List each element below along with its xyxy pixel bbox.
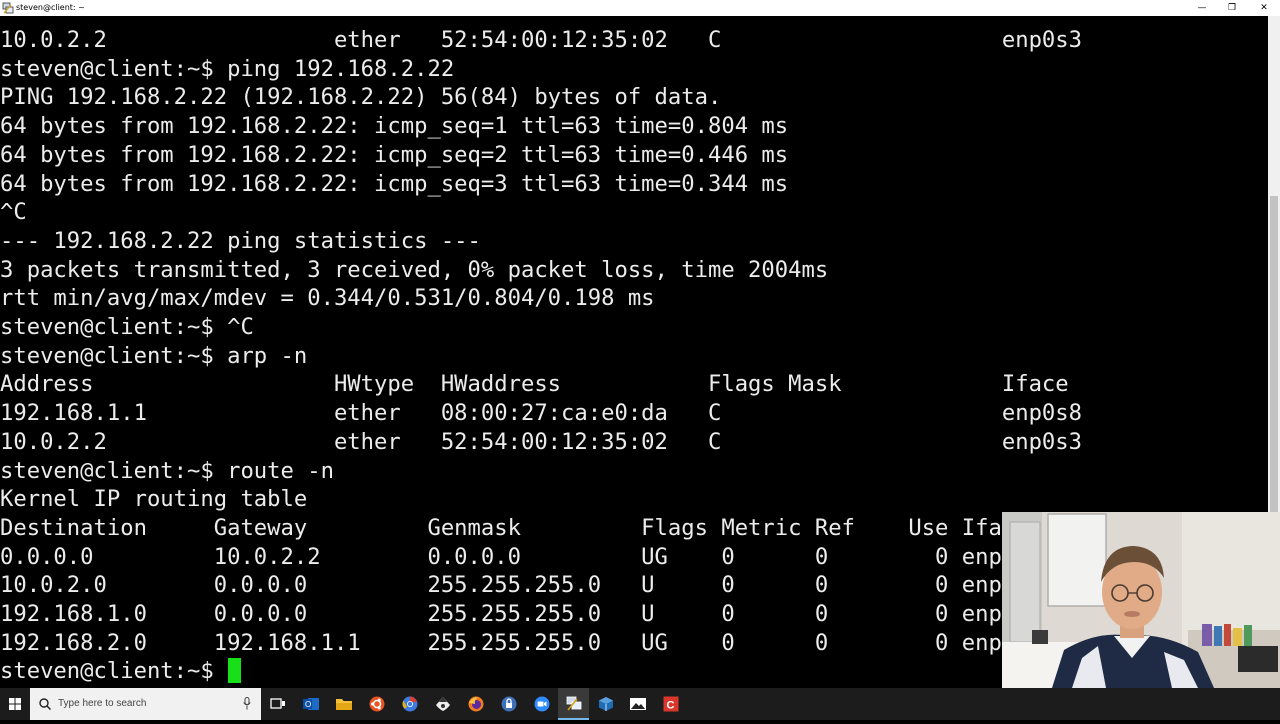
terminal-line: 64 bytes from 192.168.2.22: icmp_seq=1 t… (0, 113, 789, 140)
terminal-line: PING 192.168.2.22 (192.168.2.22) 56(84) … (0, 84, 722, 111)
terminal-line: 10.0.2.2 ether 52:54:00:12:35:02 C enp0s… (0, 428, 1082, 455)
terminal-line: 3 packets transmitted, 3 received, 0% pa… (0, 256, 829, 283)
svg-text:O: O (305, 700, 311, 709)
terminal-cursor (228, 658, 241, 683)
terminal-line: steven@client:~$ ping 192.168.2.22 (0, 55, 455, 82)
taskbar-search-box[interactable]: Type here to search (30, 688, 261, 720)
outlook-icon[interactable]: O (295, 688, 326, 720)
terminal-line: steven@client:~$ route -n (0, 457, 334, 484)
firefox-icon[interactable] (460, 688, 491, 720)
chrome-icon[interactable] (394, 688, 425, 720)
window-titlebar: steven@client: ~ — ❐ ✕ (0, 0, 1280, 16)
photos-icon[interactable] (622, 688, 653, 720)
terminal-line: 192.168.1.0 0.0.0.0 255.255.255.0 U 0 0 … (0, 601, 1002, 627)
zoom-icon[interactable] (526, 688, 557, 720)
terminal-line: Address HWtype HWaddress Flags Mask Ifac… (0, 371, 1069, 398)
windows-taskbar: Type here to search O C (0, 688, 1280, 720)
c-app-icon[interactable]: C (655, 688, 686, 720)
inkscape-icon[interactable] (427, 688, 458, 720)
terminal-line: ^C (0, 199, 27, 226)
terminal-line: 0.0.0.0 10.0.2.2 0.0.0.0 UG 0 0 0 enp (0, 543, 1002, 570)
keepass-icon[interactable] (493, 688, 524, 720)
terminal-line: Kernel IP routing table (0, 486, 308, 513)
microphone-icon[interactable] (243, 697, 251, 710)
minimize-button[interactable]: — (1186, 0, 1218, 16)
file-explorer-icon[interactable] (328, 688, 359, 720)
terminal-line: steven@client:~$ ^C (0, 314, 254, 340)
terminal-line: steven@client:~$ (0, 658, 228, 685)
search-icon (39, 698, 51, 710)
terminal-line: rtt min/avg/max/mdev = 0.344/0.531/0.804… (0, 285, 655, 312)
terminal-line: 10.0.2.0 0.0.0.0 255.255.255.0 U 0 0 0 e… (0, 572, 1002, 599)
start-button[interactable] (0, 688, 30, 720)
ubuntu-icon[interactable] (361, 688, 392, 720)
search-placeholder: Type here to search (58, 698, 147, 709)
task-view-icon[interactable] (262, 688, 293, 720)
terminal-line: steven@client:~$ arp -n (0, 342, 308, 369)
terminal-line: --- 192.168.2.22 ping statistics --- (0, 227, 481, 254)
terminal-line: Destination Gateway Genmask Flags Metric… (0, 514, 1002, 541)
close-button[interactable]: ✕ (1248, 0, 1280, 16)
putty-icon[interactable] (558, 688, 589, 720)
terminal-line: 192.168.1.1 ether 08:00:27:ca:e0:da C en… (0, 400, 1082, 427)
svg-text:C: C (666, 700, 674, 712)
terminal-line: 10.0.2.2 ether 52:54:00:12:35:02 C enp0s… (0, 27, 1082, 53)
window-title: steven@client: ~ (16, 3, 85, 12)
scrollbar-thumb[interactable] (1270, 196, 1278, 526)
webcam-overlay (1002, 512, 1280, 688)
presenter-video-frame (1002, 512, 1280, 688)
maximize-button[interactable]: ❐ (1216, 0, 1248, 16)
terminal-line: 192.168.2.0 192.168.1.1 255.255.255.0 UG… (0, 629, 1002, 656)
terminal-line: 64 bytes from 192.168.2.22: icmp_seq=3 t… (0, 170, 789, 197)
virtualbox-icon[interactable] (590, 688, 621, 720)
terminal-line: 64 bytes from 192.168.2.22: icmp_seq=2 t… (0, 141, 789, 168)
windows-logo-icon (9, 698, 21, 710)
putty-app-icon (2, 2, 14, 14)
